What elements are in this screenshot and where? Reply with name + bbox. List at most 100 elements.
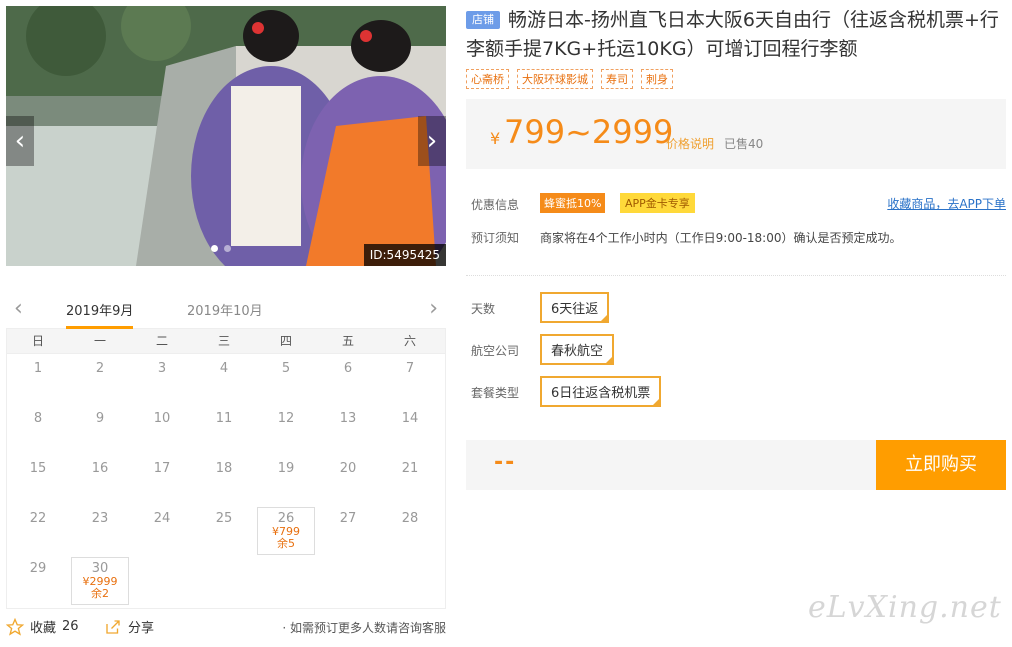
price-value: 799~2999 — [504, 113, 674, 151]
option-label: 套餐类型 — [471, 386, 520, 400]
action-bar: 收藏 26 分享 · 如需预订更多人数请咨询客服 — [6, 617, 446, 641]
day-number: 28 — [401, 511, 419, 526]
weekday-label: 四 — [279, 334, 292, 348]
product-tag[interactable]: 大阪环球影城 — [517, 69, 593, 89]
weekday-label: 二 — [155, 334, 168, 348]
product-title-block: 店铺 畅游日本-扬州直飞日本大阪6天自由行（往返含税机票+行李额手提7KG+托运1… — [466, 6, 1006, 64]
price-box: ¥ 799~2999 价格说明 已售40 — [466, 99, 1006, 169]
product-tag[interactable]: 刺身 — [641, 69, 673, 89]
calendar-day: 23 — [69, 504, 131, 554]
day-number: 15 — [29, 461, 47, 476]
sold-count: 已售40 — [724, 137, 764, 151]
day-number: 7 — [405, 361, 415, 376]
day-number: 16 — [91, 461, 109, 476]
calendar-day: 17 — [131, 454, 193, 504]
day-number: 5 — [281, 361, 291, 376]
day-number: 22 — [29, 511, 47, 526]
calendar-tab-september[interactable]: 2019年9月 — [66, 300, 134, 329]
weekday-label: 一 — [93, 334, 106, 348]
promo-badge-honey: 蜂蜜抵10% — [540, 193, 606, 213]
calendar-day: 16 — [69, 454, 131, 504]
calendar-day: 13 — [317, 404, 379, 454]
right-column: 店铺 畅游日本-扬州直飞日本大阪6天自由行（往返含税机票+行李额手提7KG+托运1… — [466, 6, 1006, 490]
photo-id: ID:5495425 — [363, 244, 446, 266]
calendar-day: 15 — [7, 454, 69, 504]
calendar-day: 2 — [69, 354, 131, 404]
day-number: 6 — [343, 361, 353, 376]
day-number: 17 — [153, 461, 171, 476]
photo-dots — [211, 245, 231, 252]
price-explain-link[interactable]: 价格说明 — [666, 135, 714, 152]
calendar-day: 7 — [379, 354, 441, 404]
favorite-label: 收藏 — [30, 621, 57, 636]
day-number: 3 — [157, 361, 167, 376]
group-booking-note: · 如需预订更多人数请咨询客服 — [282, 621, 446, 635]
calendar-week: 15 16 17 18 19 20 21 — [7, 454, 445, 504]
day-number: 10 — [153, 411, 171, 426]
share-label: 分享 — [128, 621, 155, 636]
calendar-next-button[interactable]: › — [429, 296, 438, 322]
calendar-day-available[interactable]: 30 ¥2999 余2 — [71, 557, 129, 605]
calendar-day: 29 — [7, 554, 69, 604]
favorite-button[interactable]: 收藏 26 — [6, 617, 79, 636]
calendar-prev-button[interactable]: ‹ — [14, 296, 23, 322]
day-number: 9 — [95, 411, 105, 426]
photo-dot[interactable] — [224, 245, 231, 252]
day-number: 11 — [215, 411, 233, 426]
calendar-day: 24 — [131, 504, 193, 554]
day-number: 23 — [91, 511, 109, 526]
calendar-day: 27 — [317, 504, 379, 554]
day-number: 21 — [401, 461, 419, 476]
option-value-selected[interactable]: 6日往返含税机票 — [540, 376, 662, 407]
watermark: eLvXing.net — [808, 590, 1002, 625]
product-photo[interactable]: ‹ › ID:5495425 — [6, 6, 446, 266]
option-value-selected[interactable]: 6天往返 — [540, 292, 610, 323]
calendar-day: 20 — [317, 454, 379, 504]
calendar-day: 18 — [193, 454, 255, 504]
calendar-day: 22 — [7, 504, 69, 554]
calendar-day: 11 — [193, 404, 255, 454]
option-label: 天数 — [471, 302, 496, 316]
price-currency: ¥ — [490, 129, 501, 148]
calendar-week: 1 2 3 4 5 6 7 — [7, 354, 445, 404]
option-list: 天数 6天往返 航空公司 春秋航空 套餐类型 6日往返含税机票 — [466, 288, 1006, 414]
promo-row: 优惠信息 蜂蜜抵10% APP金卡专享 收藏商品，去APP下单 — [466, 193, 1006, 229]
calendar-tab-october[interactable]: 2019年10月 — [187, 300, 263, 319]
day-number: 30 — [91, 561, 109, 576]
day-number: 24 — [153, 511, 171, 526]
calendar-day: 1 — [7, 354, 69, 404]
calendar-day: 19 — [255, 454, 317, 504]
calendar: ‹ 2019年9月 2019年10月 › 日一二三四五六 1 2 3 4 5 6 7 8 9 10… — [6, 296, 446, 609]
calendar-day-available[interactable]: 26 ¥799 余5 — [257, 507, 315, 555]
photo-prev-arrow[interactable]: ‹ — [6, 116, 34, 166]
product-tag[interactable]: 心斋桥 — [466, 69, 509, 89]
selected-price: -- — [494, 450, 517, 475]
calendar-day: 5 — [255, 354, 317, 404]
day-number: 13 — [339, 411, 357, 426]
photo-dot[interactable] — [211, 245, 218, 252]
day-remaining: 余5 — [277, 537, 295, 550]
buy-bar: -- 立即购买 — [466, 440, 1006, 490]
calendar-day: 10 — [131, 404, 193, 454]
calendar-day: 21 — [379, 454, 441, 504]
calendar-grid: 1 2 3 4 5 6 7 8 9 10 11 12 13 14 15 16 17 18 19 20 21 22 23 24 2… — [6, 354, 446, 609]
calendar-day: 6 — [317, 354, 379, 404]
day-number: 18 — [215, 461, 233, 476]
favorite-app-link[interactable]: 收藏商品，去APP下单 — [887, 195, 1006, 212]
buy-now-button[interactable]: 立即购买 — [876, 440, 1006, 490]
booking-label: 预订须知 — [471, 231, 520, 245]
day-number: 25 — [215, 511, 233, 526]
day-number: 26 — [277, 511, 295, 526]
share-button[interactable]: 分享 — [104, 617, 154, 636]
day-number: 12 — [277, 411, 295, 426]
photo-next-arrow[interactable]: › — [418, 116, 446, 166]
day-number: 2 — [95, 361, 105, 376]
option-value-selected[interactable]: 春秋航空 — [540, 334, 615, 365]
star-icon — [6, 617, 24, 636]
product-tag[interactable]: 寿司 — [601, 69, 633, 89]
weekday-label: 五 — [341, 334, 354, 348]
promo-label: 优惠信息 — [471, 198, 520, 212]
product-tags: 心斋桥 大阪环球影城 寿司 刺身 — [466, 69, 1006, 89]
booking-notice-row: 预订须知 商家将在4个工作小时内（工作日9:00-18:00）确认是否预定成功。 — [466, 229, 1006, 275]
shop-badge[interactable]: 店铺 — [466, 11, 500, 29]
